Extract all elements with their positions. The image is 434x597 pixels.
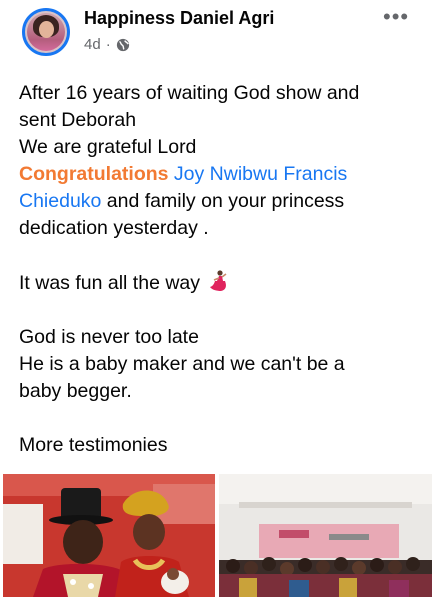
post-line: sent Deborah xyxy=(19,109,137,131)
photo-couple-image xyxy=(3,474,215,597)
post-line: dedication yesterday . xyxy=(19,217,209,239)
dancer-emoji-icon xyxy=(210,270,227,291)
post-line: Chieduko and family on your princess xyxy=(19,188,424,215)
tagged-user-link[interactable]: Joy Nwibwu Francis xyxy=(174,163,347,185)
avatar-face xyxy=(39,21,54,38)
post-body: After 16 years of waiting God show and s… xyxy=(19,80,424,459)
post-text: It was fun all the way xyxy=(19,272,206,294)
congratulations-text: Congratulations xyxy=(19,163,169,185)
photo-couple[interactable] xyxy=(3,474,215,597)
post-line: God is never too late xyxy=(19,326,199,348)
post-time[interactable]: 4d xyxy=(84,36,101,53)
meta-separator: · xyxy=(105,36,111,53)
tagged-user-link[interactable]: Chieduko xyxy=(19,190,101,212)
post-line: It was fun all the way xyxy=(19,269,424,297)
globe-icon[interactable] xyxy=(116,38,130,52)
post-line: After 16 years of waiting God show and xyxy=(19,82,360,104)
photo-gathering[interactable] xyxy=(219,474,432,597)
post-line: He is a baby maker and we can't be a xyxy=(19,353,345,375)
more-options-icon[interactable]: ••• xyxy=(383,4,409,30)
photo-grid xyxy=(0,474,434,597)
author-name[interactable]: Happiness Daniel Agri xyxy=(84,8,274,29)
post-text: and family on your princess xyxy=(101,190,345,212)
profile-avatar[interactable] xyxy=(22,8,70,56)
photo-gathering-image xyxy=(219,474,432,597)
post-line: We are grateful Lord xyxy=(19,136,197,158)
post-line: baby begger. xyxy=(19,380,132,402)
post-header: Happiness Daniel Agri 4d · ••• xyxy=(0,0,434,62)
post-meta: 4d · xyxy=(84,36,130,53)
post-line: More testimonies xyxy=(19,434,168,456)
avatar-photo xyxy=(27,13,65,51)
post-line: Congratulations Joy Nwibwu Francis xyxy=(19,161,424,188)
